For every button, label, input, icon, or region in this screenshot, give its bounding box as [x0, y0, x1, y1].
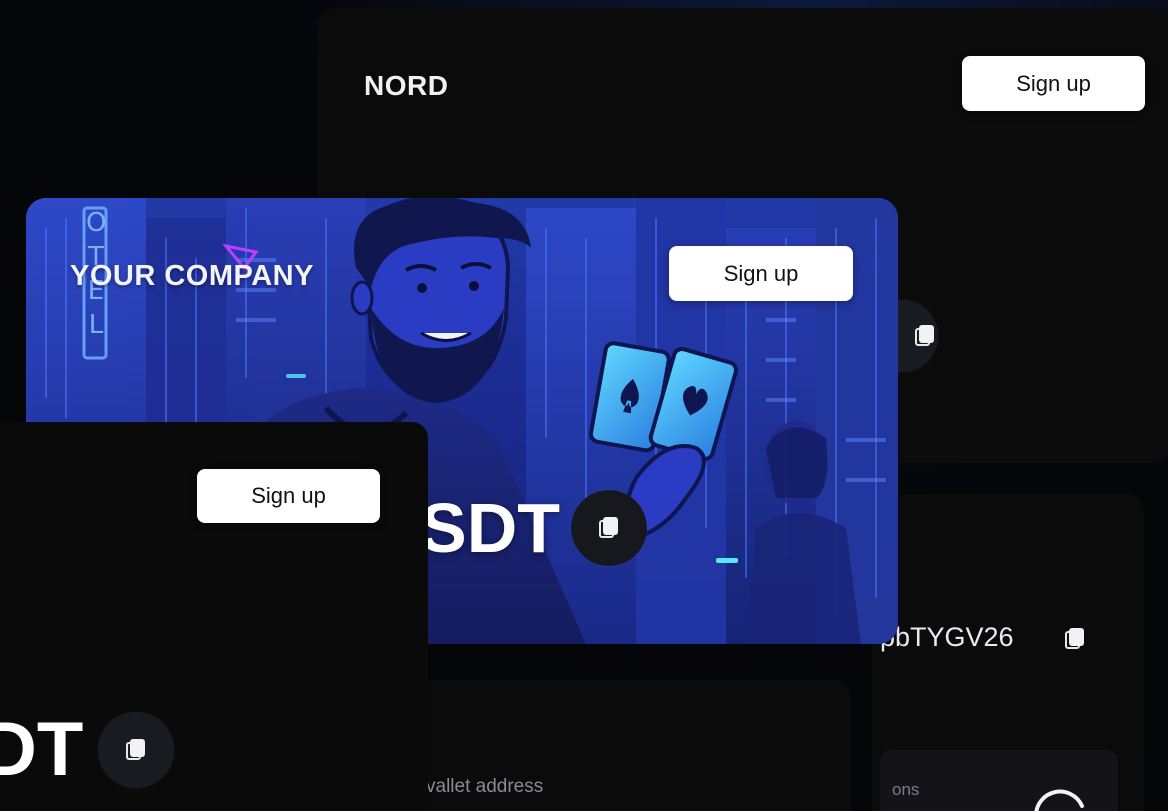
nord-brand: NORD [364, 70, 449, 101]
right-copy-button[interactable] [1060, 622, 1090, 656]
loading-spinner-icon [1034, 789, 1084, 811]
hero-ticker: SDT [420, 489, 560, 567]
left-copy-button[interactable] [98, 712, 174, 788]
wallet-address-fragment: pbTYGV26 [880, 622, 1014, 652]
copy-icon [599, 517, 619, 539]
hero-signup-button[interactable]: Sign up [669, 246, 853, 301]
copy-icon [126, 739, 146, 761]
nord-signup-button[interactable]: Sign up [962, 56, 1145, 111]
hero-brand: YOUR COMPANY [70, 260, 314, 292]
canvas: NORD Sign up pbTYGV26 ons vallet address [0, 0, 1168, 811]
right-row-label: ons [892, 780, 920, 799]
left-signup-button[interactable]: Sign up [197, 469, 380, 523]
left-ticker: DT [0, 707, 84, 792]
hero-copy-button[interactable] [571, 490, 647, 566]
copy-icon [1065, 628, 1085, 650]
copy-icon [915, 325, 935, 347]
wallet-address-label: vallet address [426, 776, 544, 797]
